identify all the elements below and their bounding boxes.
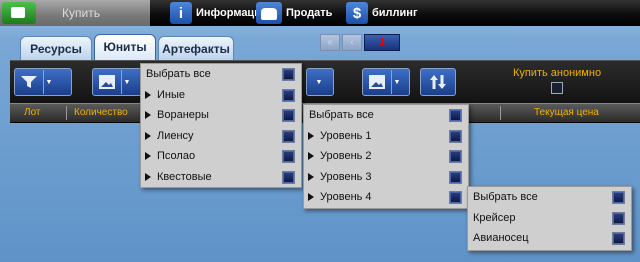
buy-icon [2,2,36,24]
pager: « ‹ 1 [320,34,400,51]
menu-item-label: Авианосец [473,232,529,245]
menu-checkbox[interactable] [612,191,625,204]
menu-checkbox[interactable] [449,109,462,122]
menu-item-liensu[interactable]: Лиенсу [141,126,301,147]
menu-checkbox[interactable] [282,68,295,81]
menu-item-cruiser[interactable]: Крейсер [468,208,631,229]
column-divider [500,106,501,120]
menu-checkbox[interactable] [449,150,462,163]
menu-item-label: Уровень 3 [320,170,372,183]
menu-checkbox[interactable] [282,150,295,163]
expand-arrow-icon [145,111,151,120]
menu-item-level-2[interactable]: Уровень 2 [304,146,468,167]
expand-arrow-icon [308,193,314,202]
tab-artifacts[interactable]: Артефакты [158,36,234,60]
menu-item-select-all[interactable]: Выбрать все [141,64,301,85]
buy-button[interactable]: Купить [0,0,150,26]
menu-item-label: Выбрать все [473,191,538,204]
menu-item-level-1[interactable]: Уровень 1 [304,126,468,147]
chevron-down-icon: ▼ [121,70,132,94]
sort-button[interactable] [420,68,456,96]
col-quantity[interactable]: Количество [74,104,128,122]
level-menu: Выбрать все Уровень 1 Уровень 2 Уровень … [303,104,469,209]
menu-item-label: Лиенсу [157,129,194,142]
sell-button[interactable]: Продать [252,0,332,26]
current-page: 1 [364,34,400,51]
menu-item-label: Псолао [157,150,196,163]
col-current-price[interactable]: Текущая цена [534,104,599,122]
menu-checkbox[interactable] [282,109,295,122]
tab-resources[interactable]: Ресурсы [20,36,92,60]
menu-item-other[interactable]: Иные [141,85,301,106]
column-divider [66,106,67,120]
expand-arrow-icon [308,131,314,140]
menu-item-label: Уровень 2 [320,150,372,163]
menu-item-voraners[interactable]: Воранеры [141,105,301,126]
menu-item-psolao[interactable]: Псолао [141,146,301,167]
expand-arrow-icon [145,90,151,99]
buy-label: Купить [62,6,100,20]
menu-item-level-3[interactable]: Уровень 3 [304,167,468,188]
menu-item-label: Воранеры [157,109,209,122]
menu-checkbox[interactable] [612,211,625,225]
chevron-down-icon: ▼ [315,78,323,86]
image-icon [363,70,391,94]
menu-checkbox[interactable] [612,232,625,245]
billing-label: биллинг [372,7,418,19]
menu-item-level-4[interactable]: Уровень 4 [304,187,468,208]
sell-label: Продать [286,7,333,19]
menu-item-label: Иные [157,88,186,101]
dollar-icon: $ [346,2,368,24]
anonymous-checkbox[interactable] [551,82,563,94]
subtype-dropdown[interactable]: ▼ [362,68,410,96]
menu-checkbox[interactable] [282,129,295,143]
menu-checkbox[interactable] [282,88,295,102]
tab-units[interactable]: Юниты [94,34,156,60]
expand-arrow-icon [145,131,151,140]
unit-type-menu: Выбрать все Иные Воранеры Лиенсу Псолао … [140,63,302,188]
bag-icon [256,2,282,24]
menu-checkbox[interactable] [449,170,462,184]
first-page-button[interactable]: « [320,34,340,51]
image-icon [93,70,121,94]
chevron-down-icon: ▼ [43,70,54,94]
sort-arrows-icon [421,70,455,94]
expand-arrow-icon [145,152,151,161]
expand-arrow-icon [308,152,314,161]
menu-item-select-all[interactable]: Выбрать все [304,105,468,126]
menu-checkbox[interactable] [282,170,295,184]
funnel-icon [15,70,43,94]
billing-button[interactable]: $ биллинг [342,0,418,26]
anonymous-purchase: Купить анонимно [502,67,612,97]
menu-item-label: Крейсер [473,211,516,224]
info-icon: i [170,2,192,24]
prev-page-button[interactable]: ‹ [342,34,362,51]
menu-checkbox[interactable] [449,129,462,143]
anonymous-label: Купить анонимно [512,67,602,79]
col-lot[interactable]: Лот [24,104,40,122]
menu-item-carrier[interactable]: Авианосец [468,228,631,249]
unit-type-dropdown[interactable]: ▼ [92,68,142,96]
expand-arrow-icon [308,172,314,181]
filter-dropdown[interactable]: ▼ [14,68,72,96]
menu-item-select-all[interactable]: Выбрать все [468,187,631,208]
level-dropdown[interactable]: ▼ [306,68,334,96]
expand-arrow-icon [145,172,151,181]
menu-item-label: Уровень 1 [320,129,372,142]
menu-item-label: Квестовые [157,170,212,183]
menu-item-label: Уровень 4 [320,191,372,204]
menu-item-label: Выбрать все [146,68,211,81]
chevron-down-icon: ▼ [391,70,402,94]
ship-type-menu: Выбрать все Крейсер Авианосец [467,186,632,251]
menu-checkbox[interactable] [449,191,462,204]
menu-item-quest[interactable]: Квестовые [141,167,301,188]
top-nav-bar: Купить i Информация Продать $ биллинг [0,0,640,26]
menu-item-label: Выбрать все [309,109,374,122]
